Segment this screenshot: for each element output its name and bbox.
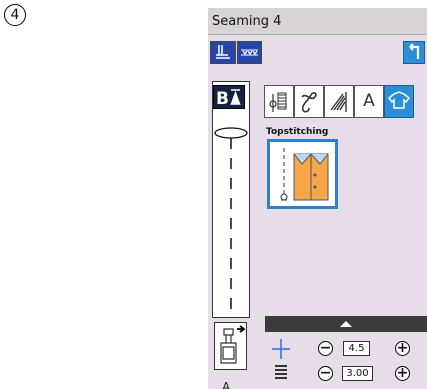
satin-stitch-icon (330, 92, 347, 112)
step-number-text: 4 (10, 7, 20, 23)
tab-letters-label: A (363, 91, 375, 111)
needle-position-button[interactable] (210, 41, 236, 64)
tab-buttonhole-stitches[interactable] (264, 85, 294, 118)
stitch-line-icon (214, 127, 248, 316)
back-button[interactable] (403, 41, 425, 64)
section-label: Topstitching (266, 127, 329, 137)
screen-title: Seaming 4 (208, 8, 427, 35)
tab-decorative-stitches[interactable] (294, 85, 324, 118)
presser-foot-indicator (214, 322, 247, 370)
stitch-preview (212, 81, 250, 318)
pattern-select-button[interactable] (237, 41, 262, 64)
shirt-icon (387, 91, 411, 109)
buttonhole-stitch-icon (269, 92, 287, 112)
sewing-screen: Seaming 4 B A Topstitching A − 4.5 + − 3… (208, 8, 427, 389)
mirror-image-icon: B (216, 89, 241, 109)
width-increase-button[interactable]: + (395, 341, 410, 356)
pattern-topstitching[interactable] (267, 139, 338, 209)
scroll-up-button[interactable] (265, 316, 427, 332)
length-value: 3.00 (342, 366, 373, 381)
svg-text:B: B (216, 89, 229, 108)
pattern-select-icon (241, 49, 258, 56)
tab-letters[interactable]: A (354, 85, 384, 118)
length-increase-button[interactable]: + (395, 366, 410, 381)
step-number: 4 (3, 3, 27, 27)
width-value: 4.5 (343, 341, 370, 356)
length-decrease-button[interactable]: − (318, 366, 333, 381)
scroll-up-icon (340, 321, 352, 327)
tab-garment-stitches[interactable] (384, 85, 414, 118)
tab-satin-stitches[interactable] (324, 85, 354, 118)
back-arrow-icon (409, 43, 420, 59)
topstitching-shirt-icon (280, 148, 329, 201)
mirror-image-button[interactable]: B (213, 85, 245, 109)
needle-position-icon (216, 45, 230, 59)
stitch-length-icon (275, 365, 287, 379)
width-decrease-button[interactable]: − (318, 341, 333, 356)
decorative-stitch-icon (301, 92, 317, 113)
stitch-width-icon (272, 339, 290, 359)
presser-foot-icon (220, 325, 246, 364)
presser-foot-letter: A (222, 380, 231, 389)
